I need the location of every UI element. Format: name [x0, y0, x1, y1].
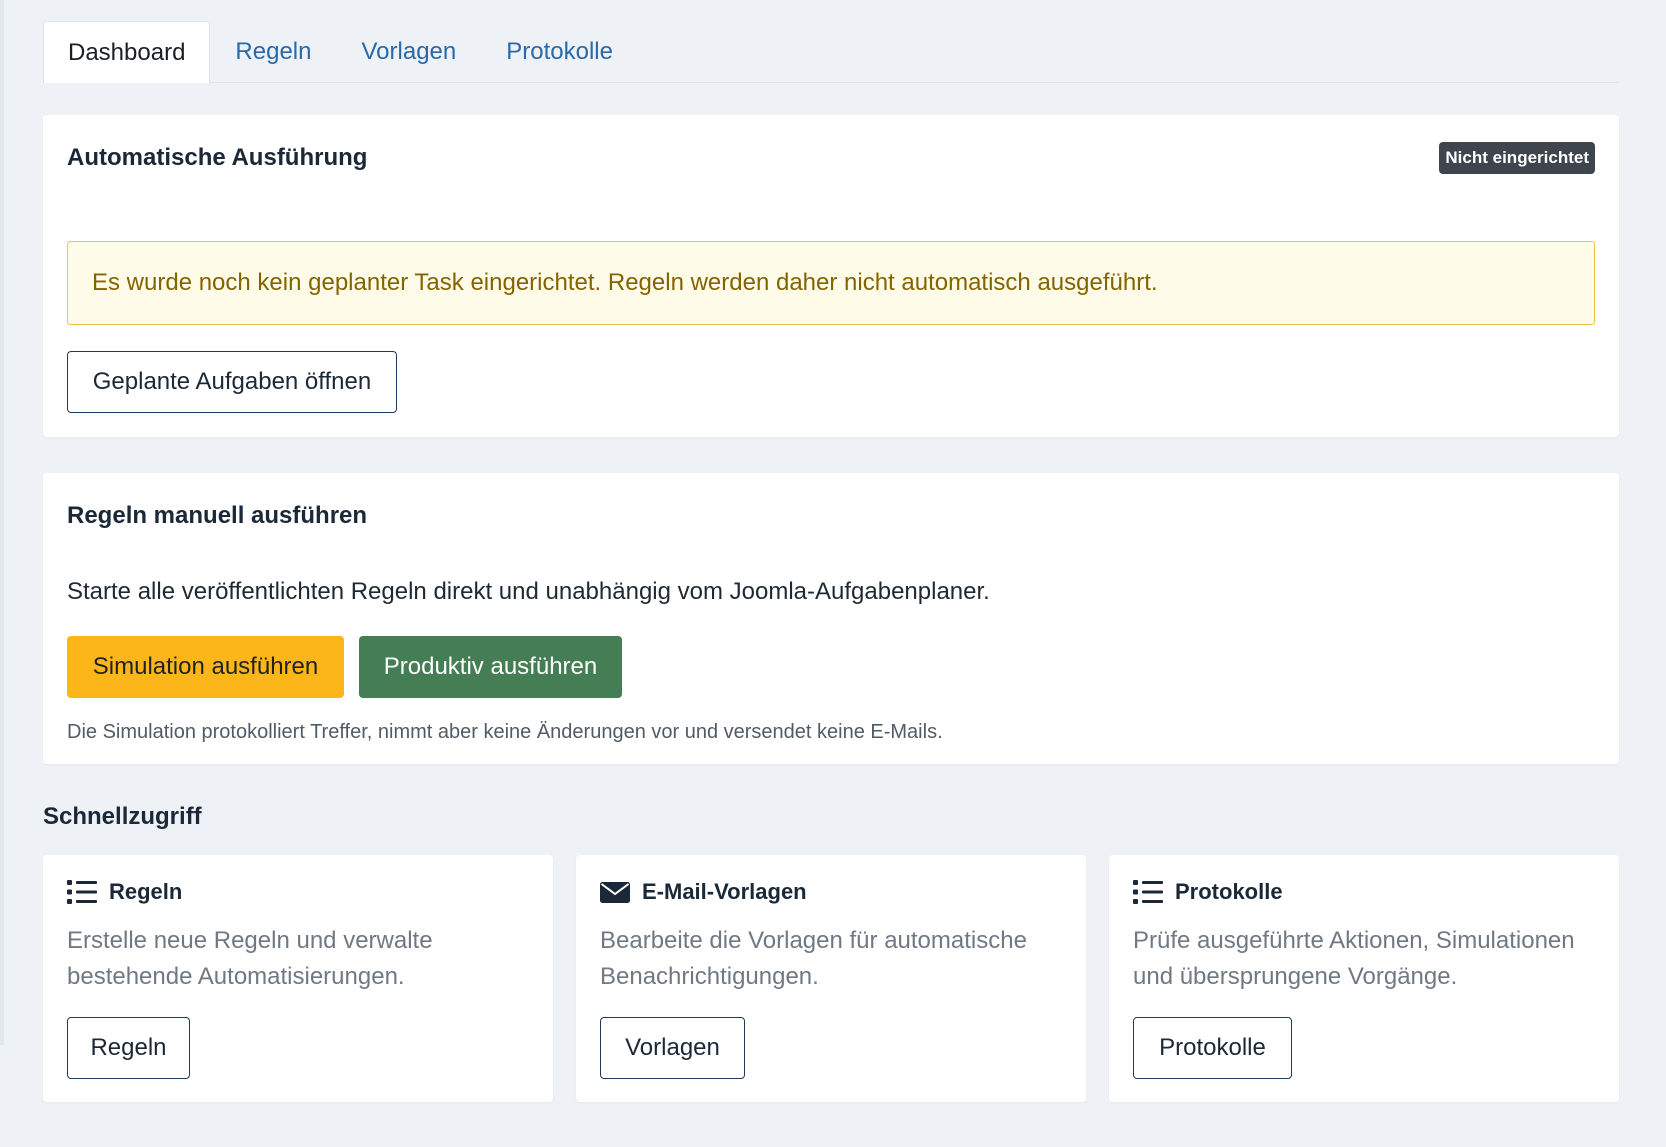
manual-run-card: Regeln manuell ausführen Starte alle ver… [43, 473, 1619, 764]
open-rules-button[interactable]: Regeln [67, 1017, 190, 1079]
left-edge [0, 0, 4, 1045]
list-icon [67, 879, 97, 905]
manual-run-title: Regeln manuell ausführen [67, 502, 368, 529]
open-logs-button[interactable]: Protokolle [1133, 1017, 1292, 1079]
tab-vorlagen[interactable]: Vorlagen [336, 21, 481, 82]
quick-card-title: Regeln [67, 879, 182, 905]
tab-bar: Dashboard Regeln Vorlagen Protokolle [43, 21, 1619, 83]
warning-alert: Es wurde noch kein geplanter Task einger… [67, 241, 1595, 325]
quick-card-description: Prüfe ausgeführte Aktionen, Simulationen… [1133, 927, 1575, 990]
quick-card-rules: Regeln Erstelle neue Regeln und verwalte… [43, 855, 553, 1102]
quick-card-title: Protokolle [1133, 879, 1283, 905]
open-scheduled-tasks-button[interactable]: Geplante Aufgaben öffnen [67, 351, 397, 413]
run-simulation-button[interactable]: Simulation ausführen [67, 636, 344, 698]
status-badge: Nicht eingerichtet [1439, 142, 1595, 174]
open-templates-button[interactable]: Vorlagen [600, 1017, 745, 1079]
auto-execution-title: Automatische Ausführung [67, 144, 368, 171]
quick-card-title-text: Regeln [109, 879, 183, 904]
envelope-icon [600, 880, 630, 904]
quick-card-logs: Protokolle Prüfe ausgeführte Aktionen, S… [1109, 855, 1619, 1102]
tab-protokolle[interactable]: Protokolle [481, 21, 638, 82]
quick-card-templates: E-Mail-Vorlagen Bearbeite die Vorlagen f… [576, 855, 1086, 1102]
quick-card-title-text: E-Mail-Vorlagen [642, 879, 807, 904]
quick-card-title: E-Mail-Vorlagen [600, 879, 807, 905]
tab-dashboard[interactable]: Dashboard [43, 21, 211, 83]
simulation-note: Die Simulation protokolliert Treffer, ni… [67, 721, 943, 743]
quick-card-description: Bearbeite die Vorlagen für automatische … [600, 927, 1027, 990]
tab-regeln[interactable]: Regeln [210, 21, 336, 82]
run-productive-button[interactable]: Produktiv ausführen [359, 636, 622, 698]
quick-card-description: Erstelle neue Regeln und verwalte besteh… [67, 927, 433, 990]
manual-run-description: Starte alle veröffentlichten Regeln dire… [67, 578, 990, 605]
warning-alert-text: Es wurde noch kein geplanter Task einger… [92, 269, 1158, 296]
list-icon [1133, 879, 1163, 905]
auto-execution-card: Automatische Ausführung Nicht eingericht… [43, 115, 1619, 437]
quick-card-title-text: Protokolle [1175, 879, 1283, 904]
quick-access-heading: Schnellzugriff [43, 803, 202, 830]
